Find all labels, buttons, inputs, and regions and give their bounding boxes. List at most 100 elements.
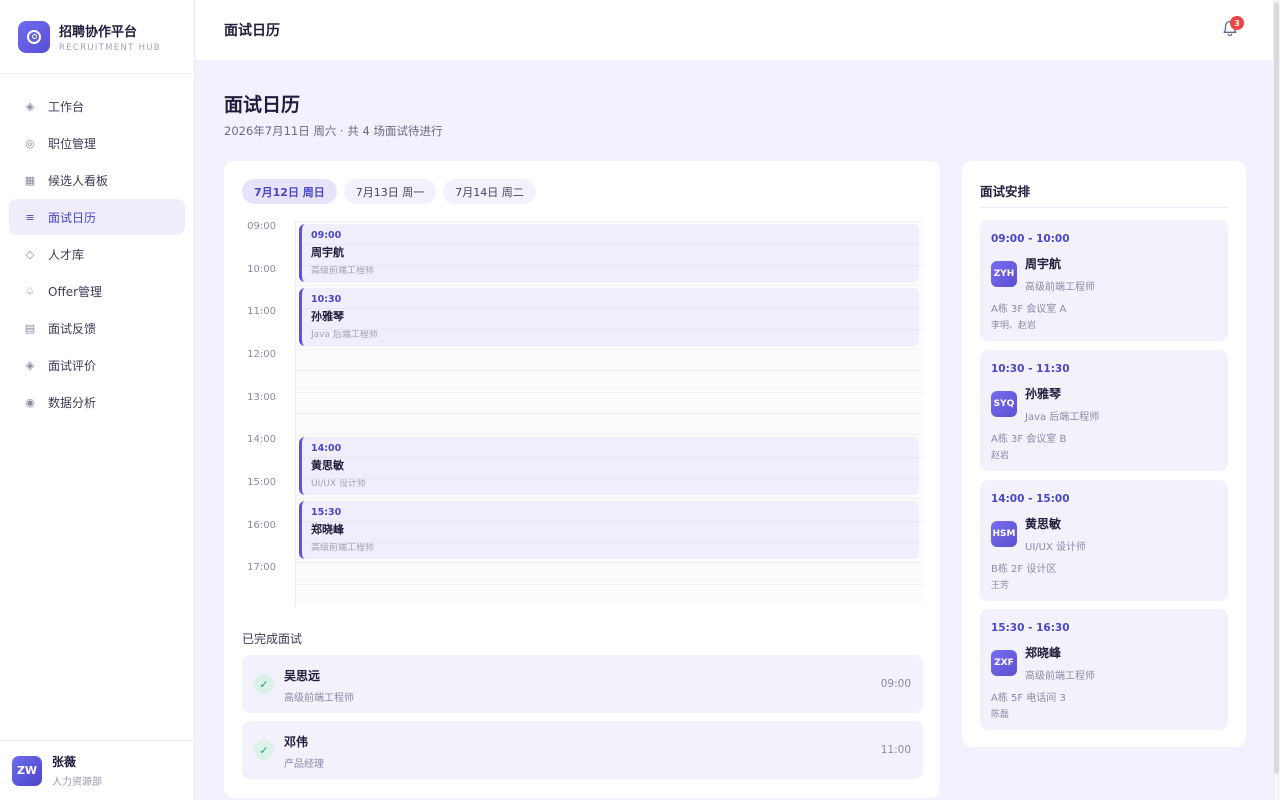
schedule-time: 15:30 - 16:30 [991,622,1070,634]
completed-section-title: 已完成面试 [242,632,303,646]
avatar: HSM [991,521,1017,547]
event-candidate: 黄思敏 [311,459,344,472]
schedule-item[interactable]: 15:30 - 16:30 ZXF 郑晓峰 高级前端工程师 A栋 5F 电话间 … [980,609,1228,730]
sidebar: 招聘协作平台 RECRUITMENT HUB ◈ 工作台 ◎ 职位管理 ▦ 候选人看板… [0,0,195,800]
sidebar-item-label: Offer管理 [48,284,103,299]
schedule-time: 09:00 - 10:00 [991,233,1070,245]
completed-role: 产品经理 [284,759,324,770]
sidebar-item-label: 面试反馈 [48,321,97,336]
schedule-item[interactable]: 10:30 - 11:30 SYQ 孙雅琴 Java 后端工程师 A栋 3F 会… [980,350,1228,471]
time-slot[interactable] [296,349,923,370]
sidebar-item-label: 面试评价 [48,358,97,373]
sidebar-item-jobs[interactable]: ◎ 职位管理 [9,125,185,161]
date-tab[interactable]: 7月14日 周二 [443,179,536,204]
date-tab[interactable]: 7月13日 周一 [343,179,437,204]
schedule-room: A栋 5F 电话间 3 [991,693,1066,704]
sidebar-item-offer[interactable]: ♤ Offer管理 [9,273,185,309]
hour-label: 15:00 [247,477,276,488]
completed-role: 高级前端工程师 [284,693,354,704]
brand-title: 招聘协作平台 [59,24,138,40]
diamond-icon: ◈ [25,358,35,372]
sidebar-item-label: 候选人看板 [48,173,109,188]
divider [980,207,1228,208]
completed-interview[interactable]: ✓ 吴思远 高级前端工程师 09:00 [242,655,923,713]
sidebar-item-candidates[interactable]: ▦ 候选人看板 [9,162,185,198]
page-title: 面试日历 [224,94,301,116]
calendar-card: 7月12日 周日 7月13日 周一 7月14日 周二 09:00 10:00 1… [224,161,940,798]
scrollbar[interactable] [1273,0,1280,800]
schedule-interviewers: 李明、赵岩 [991,321,1037,331]
time-slot[interactable] [296,392,923,413]
dot-circle-icon: ◉ [25,395,35,409]
hour-label: 17:00 [247,562,276,573]
schedule-interviewers: 陈磊 [991,710,1010,720]
top-bar: 面试日历 3 [195,0,1273,60]
grid-icon: ▤ [24,321,36,335]
schedule-candidate: 孙雅琴 [1025,387,1062,401]
sidebar-item-talent-pool[interactable]: ◇ 人才库 [9,236,185,272]
sidebar-item-evaluation[interactable]: ◈ 面试评价 [9,347,185,383]
date-tabs: 7月12日 周日 7月13日 周一 7月14日 周二 [242,179,543,204]
schedule-role: 高级前端工程师 [1025,671,1095,682]
schedule-time: 10:30 - 11:30 [991,363,1070,375]
completed-interview[interactable]: ✓ 邓伟 产品经理 11:00 [242,721,923,779]
time-slot[interactable] [296,413,923,434]
hour-label: 11:00 [247,306,276,317]
schedule-interviewers: 赵岩 [991,451,1010,461]
date-tab[interactable]: 7月12日 周日 [242,179,337,204]
schedule-candidate: 黄思敏 [1025,517,1062,531]
avatar: ZXF [991,650,1017,676]
brand[interactable]: 招聘协作平台 RECRUITMENT HUB [0,0,194,74]
sidebar-item-dashboard[interactable]: ◈ 工作台 [9,88,185,124]
event-candidate: 郑晓峰 [311,523,344,536]
event-candidate: 孙雅琴 [311,310,344,323]
sidebar-item-label: 职位管理 [48,136,97,151]
spade-icon: ♤ [25,284,35,298]
schedule-item[interactable]: 09:00 - 10:00 ZYH 周宇航 高级前端工程师 A栋 3F 会议室 … [980,220,1228,341]
hour-label: 16:00 [247,520,276,531]
diamond-outline-icon: ◇ [25,247,35,261]
sidebar-item-label: 面试日历 [48,210,97,225]
hour-label: 09:00 [247,221,276,232]
day-timeline: 09:00 10:00 11:00 12:00 13:00 14:00 15:0… [224,221,940,609]
event-time: 10:30 [311,294,342,305]
interview-event[interactable]: 15:30 郑晓峰 高级前端工程师 [299,501,919,559]
sidebar-item-label: 人才库 [48,247,85,262]
brand-subtitle: RECRUITMENT HUB [59,42,161,53]
time-slot[interactable] [296,370,923,391]
avatar: ZYH [991,261,1017,287]
check-icon: ✓ [254,740,274,760]
time-slot[interactable] [296,562,923,583]
schedule-room: A栋 3F 会议室 A [991,304,1067,315]
sidebar-item-label: 数据分析 [48,395,97,410]
logo-icon [18,20,50,53]
diamond-icon: ◈ [25,99,35,113]
interview-event[interactable]: 10:30 孙雅琴 Java 后端工程师 [299,288,919,346]
user-profile[interactable]: ZW 张薇 人力资源部 [0,740,194,800]
completed-time: 11:00 [880,744,911,756]
event-time: 15:30 [311,507,342,518]
user-dept: 人力资源部 [52,777,102,788]
hour-label: 14:00 [247,434,276,445]
hour-label: 10:00 [247,264,276,275]
schedule-card: 面试安排 09:00 - 10:00 ZYH 周宇航 高级前端工程师 A栋 3F… [962,161,1246,747]
avatar: SYQ [991,391,1017,417]
sidebar-item-calendar[interactable]: ≡ 面试日历 [9,199,185,235]
schedule-role: Java 后端工程师 [1025,412,1100,423]
schedule-item[interactable]: 14:00 - 15:00 HSM 黄思敏 UI/UX 设计师 B栋 2F 设计… [980,480,1228,601]
completed-candidate: 吴思远 [284,669,321,683]
schedule-room: A栋 3F 会议室 B [991,434,1067,445]
time-slot[interactable] [296,584,923,605]
grid-icon: ▦ [24,173,36,187]
hour-label: 12:00 [247,349,276,360]
interview-event[interactable]: 09:00 周宇航 高级前端工程师 [299,224,919,282]
sidebar-item-feedback[interactable]: ▤ 面试反馈 [9,310,185,346]
schedule-time: 14:00 - 15:00 [991,493,1070,505]
schedule-room: B栋 2F 设计区 [991,564,1057,575]
check-icon: ✓ [254,674,274,694]
sidebar-item-analytics[interactable]: ◉ 数据分析 [9,384,185,420]
interview-event[interactable]: 14:00 黄思敏 UI/UX 设计师 [299,437,919,495]
avatar: ZW [12,755,42,786]
event-time: 09:00 [311,230,342,241]
sidebar-item-label: 工作台 [48,99,85,114]
